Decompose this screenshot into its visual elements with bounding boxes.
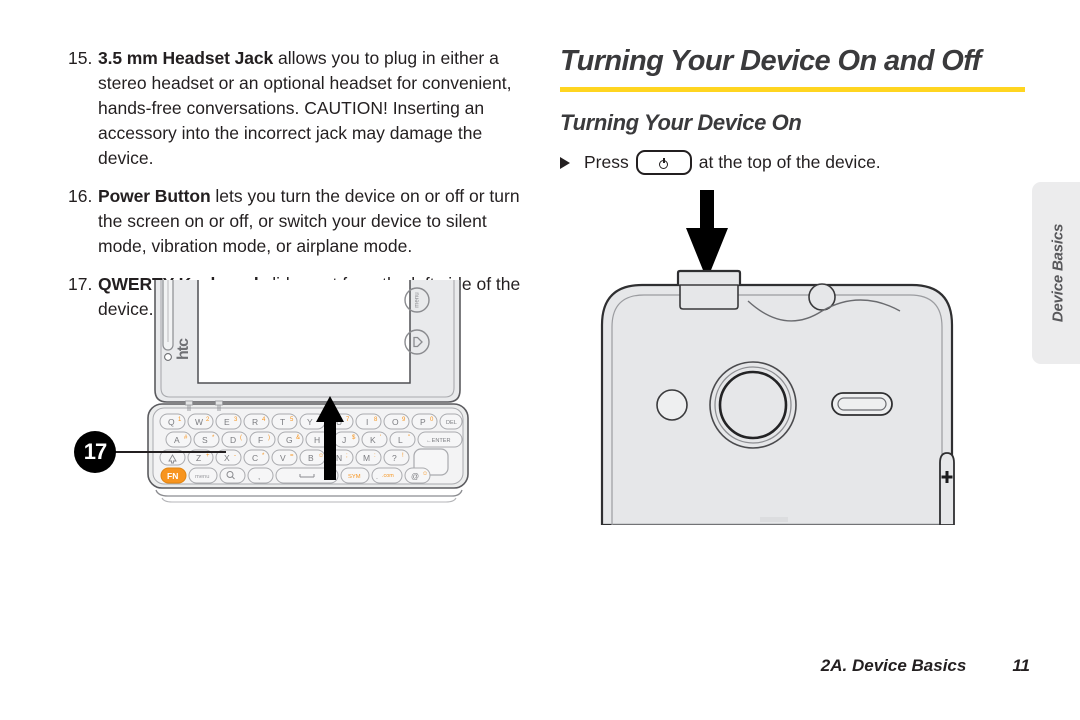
svg-text:A: A: [174, 435, 180, 445]
svg-text:←ENTER: ←ENTER: [426, 438, 451, 444]
list-item-term: 3.5 mm Headset Jack: [98, 48, 274, 68]
svg-text:J: J: [342, 435, 346, 445]
svg-text:(: (: [240, 435, 242, 441]
list-item-number: 15.: [68, 48, 93, 68]
volume-rocker-icon: [939, 452, 955, 525]
section-subtitle: Turning Your Device On: [560, 110, 802, 135]
side-tab-device-basics: Device Basics: [1032, 182, 1080, 364]
triangle-bullet-icon: [560, 156, 570, 169]
list-item-body: 3.5 mm Headset Jack allows you to plug i…: [98, 46, 530, 171]
right-content-column: Turning Your Device On and Off Turning Y…: [560, 44, 1025, 175]
svg-text:K: K: [370, 435, 376, 445]
svg-text:C: C: [252, 453, 258, 463]
page-footer: 2A. Device Basics 11: [560, 656, 1030, 676]
list-item: 16. Power Button lets you turn the devic…: [68, 184, 530, 259]
svg-text:X: X: [224, 453, 230, 463]
htc-logo: htc: [175, 338, 192, 360]
svg-text:E: E: [224, 417, 230, 427]
svg-text:O: O: [392, 417, 399, 427]
device-back-shell: [600, 283, 954, 525]
svg-text:S: S: [202, 435, 208, 445]
list-item-body: Power Button lets you turn the device on…: [98, 184, 530, 259]
title-underline-rule: [560, 87, 1025, 92]
speaker-icon: [831, 392, 893, 416]
svg-text:DEL: DEL: [446, 420, 457, 426]
svg-text:☺: ☺: [318, 453, 324, 459]
svg-text:FN: FN: [167, 471, 178, 481]
svg-text:': ': [380, 435, 381, 441]
svg-text:SYM: SYM: [348, 474, 361, 480]
mic-hole-icon: [164, 353, 172, 361]
page-title: Turning Your Device On and Off: [560, 45, 981, 77]
svg-text:Z: Z: [196, 453, 201, 463]
list-item-term: Power Button: [98, 186, 211, 206]
footer-page-number: 11: [1012, 656, 1030, 675]
svg-text:): ): [268, 435, 270, 441]
svg-text:N: N: [336, 453, 342, 463]
svg-text:F: F: [258, 435, 263, 445]
svg-text:V: V: [280, 453, 286, 463]
svg-text:☺: ☺: [422, 471, 428, 477]
svg-text:P: P: [420, 417, 426, 427]
svg-text:I: I: [366, 417, 368, 427]
svg-text:menu: menu: [414, 292, 421, 308]
camera-flash-icon: [656, 389, 688, 421]
svg-text:+: +: [206, 453, 210, 459]
svg-text:W: W: [195, 417, 203, 427]
callout-leader-line: [114, 451, 226, 453]
list-item: 15. 3.5 mm Headset Jack allows you to pl…: [68, 46, 530, 171]
power-button-tab: [676, 269, 742, 285]
svg-text:M: M: [363, 453, 370, 463]
svg-text:=: =: [290, 453, 294, 459]
svg-text:": ": [408, 435, 410, 441]
svg-text:D: D: [230, 435, 236, 445]
callout-number: 17: [83, 439, 108, 464]
power-symbol-icon: [659, 157, 669, 169]
svg-text:R: R: [252, 417, 258, 427]
bottom-mark: [760, 517, 788, 522]
instruction-suffix: at the top of the device.: [698, 152, 881, 172]
callout-badge-17: 17: [74, 431, 116, 473]
svg-text:@: @: [411, 472, 419, 481]
svg-text:Q: Q: [168, 417, 175, 427]
svg-text:menu: menu: [195, 474, 210, 480]
instruction-prefix: Press: [584, 152, 629, 172]
htc-device-qwerty-illustration: htc menu Q1 W2 E3 R 4 T 5 Y 7 I 8 O 9 P …: [60, 280, 540, 525]
svg-text:-: -: [234, 453, 236, 459]
device-screen: [197, 280, 411, 384]
svg-text:?: ?: [392, 453, 397, 463]
svg-text:.com: .com: [382, 473, 394, 479]
svg-text:B: B: [308, 453, 314, 463]
svg-text:L: L: [398, 435, 403, 445]
down-arrow-icon: [686, 190, 728, 280]
power-button-icon: [635, 150, 692, 175]
svg-text:,: ,: [258, 472, 260, 481]
svg-text:T: T: [280, 417, 285, 427]
svg-text:htc: htc: [175, 338, 192, 360]
svg-text:H: H: [314, 435, 320, 445]
svg-text:&: &: [296, 435, 300, 441]
svg-text:Y: Y: [307, 417, 313, 427]
side-tab-label: Device Basics: [1049, 223, 1067, 323]
instruction-bullet: Press at the top of the device.: [560, 150, 1025, 175]
footer-section-label: 2A. Device Basics: [820, 656, 967, 675]
device-back-illustration: [560, 185, 1000, 530]
svg-text:.: .: [376, 474, 378, 481]
list-item-number: 16.: [68, 186, 93, 206]
svg-text:G: G: [286, 435, 293, 445]
